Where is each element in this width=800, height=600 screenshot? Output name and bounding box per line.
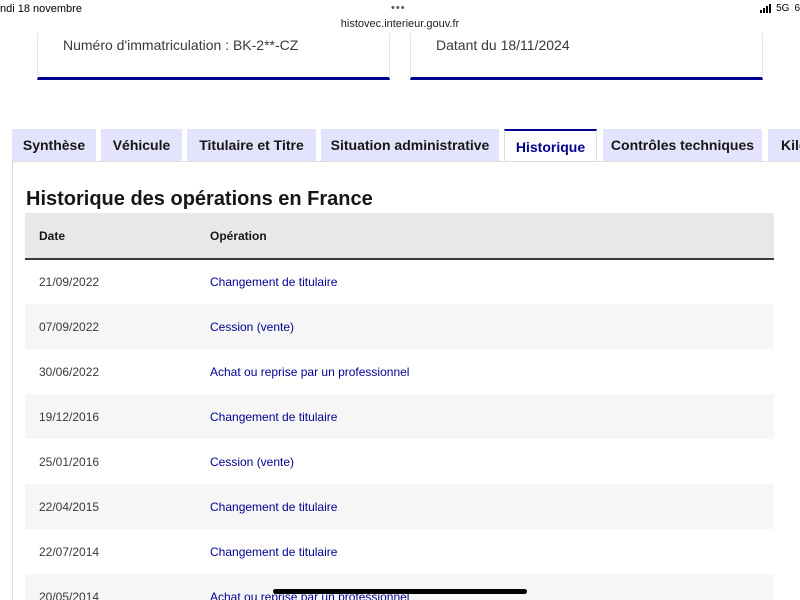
status-date: ndi 18 novembre: [0, 3, 82, 15]
row-operation: Achat ou reprise par un professionnel: [210, 349, 774, 394]
tab-vehicule[interactable]: Véhicule: [101, 129, 182, 161]
report-date-card: Datant du 18/11/2024: [410, 34, 763, 80]
tab-kilometrage[interactable]: Kilo: [768, 129, 800, 161]
table-row: 22/04/2015 Changement de titulaire: [25, 484, 774, 529]
tab-synthese[interactable]: Synthèse: [12, 129, 96, 161]
tab-historique[interactable]: Historique: [504, 129, 597, 162]
row-date: 20/05/2014: [25, 574, 210, 600]
row-operation: Achat ou reprise par un professionnel: [210, 574, 774, 600]
home-indicator[interactable]: [273, 589, 527, 594]
registration-card: Numéro d'immatriculation : BK-2**-CZ: [37, 34, 390, 80]
table-row: 20/05/2014 Achat ou reprise par un profe…: [25, 574, 774, 600]
column-header-date[interactable]: Date: [25, 213, 210, 260]
row-date: 25/01/2016: [25, 439, 210, 484]
signal-icon: [760, 4, 772, 13]
tab-situation-administrative[interactable]: Situation administrative: [321, 129, 499, 161]
table-header-row: Date Opération: [25, 213, 774, 260]
more-dots-icon[interactable]: •••: [391, 2, 406, 14]
row-operation: Changement de titulaire: [210, 394, 774, 439]
tab-controles-techniques[interactable]: Contrôles techniques: [603, 129, 762, 161]
row-date: 21/09/2022: [25, 259, 210, 304]
row-date: 22/07/2014: [25, 529, 210, 574]
status-indicators: 5G 6: [760, 3, 800, 14]
table-row: 30/06/2022 Achat ou reprise par un profe…: [25, 349, 774, 394]
registration-number: Numéro d'immatriculation : BK-2**-CZ: [63, 37, 299, 53]
row-operation: Cession (vente): [210, 304, 774, 349]
status-bar: ndi 18 novembre ••• histovec.interieur.g…: [0, 0, 800, 34]
row-operation: Changement de titulaire: [210, 259, 774, 304]
address-url[interactable]: histovec.interieur.gouv.fr: [0, 18, 800, 30]
row-date: 30/06/2022: [25, 349, 210, 394]
tab-titulaire-et-titre[interactable]: Titulaire et Titre: [187, 129, 316, 161]
battery-label: 6: [794, 3, 800, 14]
history-table: Date Opération 21/09/2022 Changement de …: [25, 213, 774, 600]
network-label: 5G: [776, 3, 790, 14]
table-row: 19/12/2016 Changement de titulaire: [25, 394, 774, 439]
table-row: 07/09/2022 Cession (vente): [25, 304, 774, 349]
row-date: 19/12/2016: [25, 394, 210, 439]
column-header-operation[interactable]: Opération: [210, 213, 774, 260]
page-title: Historique des opérations en France: [26, 188, 373, 210]
table-row: 21/09/2022 Changement de titulaire: [25, 259, 774, 304]
row-date: 07/09/2022: [25, 304, 210, 349]
row-date: 22/04/2015: [25, 484, 210, 529]
row-operation: Changement de titulaire: [210, 484, 774, 529]
row-operation: Changement de titulaire: [210, 529, 774, 574]
tab-list: Synthèse Véhicule Titulaire et Titre Sit…: [0, 129, 800, 162]
report-date: Datant du 18/11/2024: [436, 37, 570, 53]
table-row: 22/07/2014 Changement de titulaire: [25, 529, 774, 574]
row-operation: Cession (vente): [210, 439, 774, 484]
table-row: 25/01/2016 Cession (vente): [25, 439, 774, 484]
